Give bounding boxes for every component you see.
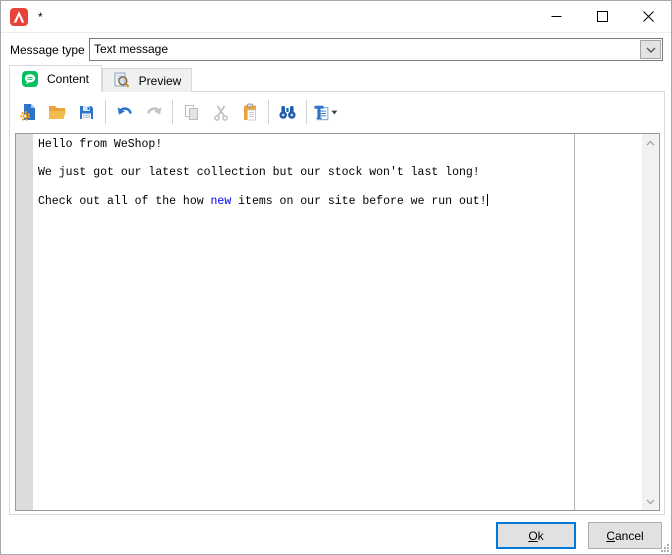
- new-from-template-button[interactable]: [15, 99, 42, 126]
- toolbar-separator: [105, 100, 106, 124]
- tab-preview[interactable]: Preview: [102, 68, 192, 92]
- preview-magnifier-icon: [114, 72, 130, 88]
- tab-content[interactable]: Content: [9, 65, 102, 92]
- chevron-down-icon: [646, 499, 655, 504]
- editor-line: Hello from WeShop!: [38, 138, 163, 151]
- ok-button-label: Ok: [528, 528, 544, 543]
- editor-vertical-scrollbar[interactable]: [642, 134, 659, 510]
- open-folder-icon: [49, 106, 66, 119]
- minimize-icon: [551, 16, 561, 17]
- paste-clipboard-icon: [243, 103, 256, 121]
- tab-preview-label: Preview: [138, 73, 182, 88]
- message-type-dropdown-button[interactable]: [640, 40, 661, 59]
- close-icon: [642, 11, 654, 22]
- close-button[interactable]: [625, 1, 671, 32]
- cancel-button-label: Cancel: [606, 528, 644, 543]
- scroll-down-button[interactable]: [642, 493, 659, 510]
- redo-arrow-icon: [146, 107, 161, 115]
- find-button[interactable]: [274, 99, 301, 126]
- maximize-button[interactable]: [579, 1, 625, 32]
- editor-gutter: [16, 134, 33, 510]
- tab-content-label: Content: [46, 72, 90, 86]
- highlighted-word: new: [210, 195, 232, 208]
- message-editor-window: * Message type Text message Content Prev…: [0, 0, 672, 555]
- cut-scissors-icon: [213, 105, 228, 121]
- chevron-up-icon: [646, 140, 655, 145]
- undo-arrow-icon: [117, 107, 132, 115]
- scroll-up-button[interactable]: [642, 134, 659, 151]
- redo-button[interactable]: [140, 99, 167, 126]
- copy-pages-icon: [185, 104, 198, 120]
- cancel-button[interactable]: Cancel: [588, 522, 662, 549]
- minimize-button[interactable]: [533, 1, 579, 32]
- save-button[interactable]: [73, 99, 100, 126]
- message-editor: Hello from WeShop! We just got our latest…: [15, 133, 660, 511]
- tab-strip: Content Preview: [9, 65, 192, 92]
- red-a-app-icon[interactable]: [10, 7, 28, 26]
- toolbar-separator: [268, 100, 269, 124]
- paste-button[interactable]: [236, 99, 263, 126]
- resize-grip[interactable]: [660, 543, 669, 552]
- message-text-input[interactable]: Hello from WeShop! We just got our latest…: [33, 134, 642, 510]
- toolbar-separator: [306, 100, 307, 124]
- titlebar: *: [1, 1, 671, 33]
- editor-line: We just got our latest collection but ou…: [38, 166, 480, 179]
- message-type-combobox[interactable]: Text message: [89, 38, 663, 61]
- content-tab-panel: Hello from WeShop! We just got our latest…: [9, 91, 665, 515]
- chevron-down-icon: [646, 47, 655, 53]
- template-text-icon: [314, 105, 329, 120]
- cut-button[interactable]: [207, 99, 234, 126]
- window-title: *: [38, 9, 43, 24]
- binoculars-icon: [279, 106, 296, 119]
- undo-button[interactable]: [111, 99, 138, 126]
- message-type-label: Message type: [10, 43, 85, 57]
- editor-line: Check out all of the how new items on ou…: [38, 194, 488, 208]
- open-button[interactable]: [44, 99, 71, 126]
- message-type-value: Text message: [94, 42, 169, 56]
- save-floppy-icon: [80, 105, 93, 119]
- insert-template-button[interactable]: [312, 99, 339, 126]
- maximize-icon: [596, 11, 608, 22]
- chat-bubble-icon: [21, 71, 38, 87]
- toolbar-separator: [172, 100, 173, 124]
- editor-toolbar: [14, 96, 660, 128]
- page-gear-icon: [19, 104, 35, 121]
- ok-button[interactable]: Ok: [496, 522, 576, 549]
- text-caret: [486, 194, 488, 206]
- copy-button[interactable]: [178, 99, 205, 126]
